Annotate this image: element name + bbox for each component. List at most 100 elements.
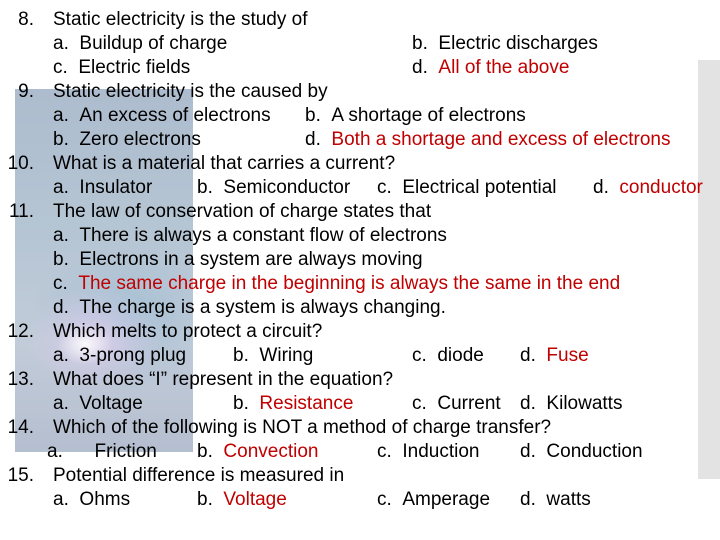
option-text: Friction (94, 441, 157, 462)
answer-option: b. Zero electrons (53, 128, 201, 152)
option-text: Electric discharges (438, 33, 598, 54)
option-text: Conduction (546, 441, 643, 462)
option-label: c. (53, 273, 68, 294)
answer-option: a. Voltage (53, 392, 143, 416)
option-text: Both a shortage and excess of electrons (331, 129, 671, 150)
option-row: a. Insulator b. Semiconductor c. Electrica… (0, 176, 720, 200)
answer-option: c. Induction (377, 440, 479, 464)
option-label: b. (53, 129, 69, 150)
question-text: Which melts to protect a circuit? (53, 321, 323, 342)
answer-option: a. Insulator (53, 176, 152, 200)
option-row: a. Friction b. Convection c. Induction d. C… (0, 440, 720, 464)
option-label: a. (53, 177, 69, 198)
option-text: Amperage (402, 489, 491, 510)
question-text: Static electricity is the study of (53, 9, 308, 30)
option-label: c. (377, 441, 392, 462)
question-text: The law of conservation of charge states… (53, 201, 432, 222)
option-label: c. (53, 57, 68, 78)
option-label: c. (377, 489, 392, 510)
option-label: a. (53, 225, 69, 246)
option-label: d. (593, 177, 609, 198)
option-text: All of the above (438, 57, 570, 78)
option-text: conductor (619, 177, 703, 198)
answer-option: d. Conduction (520, 440, 643, 464)
answer-option: a. There is always a constant flow of el… (53, 224, 447, 248)
option-text: Resistance (259, 393, 354, 414)
option-label: b. (412, 33, 428, 54)
answer-option-correct: b. Voltage (197, 488, 287, 512)
answer-option: a. Friction (47, 440, 157, 464)
answer-option: b. Semiconductor (197, 176, 350, 200)
option-text: Voltage (223, 489, 287, 510)
answer-option: a. An excess of electrons (53, 104, 271, 128)
answer-option: b. Electrons in a system are always movi… (53, 248, 423, 272)
option-label: c. (377, 177, 392, 198)
option-label: d. (520, 393, 536, 414)
option-label: d. (305, 129, 321, 150)
option-text: The same charge in the beginning is alwa… (78, 273, 621, 294)
question-number: 13. (7, 369, 34, 390)
answer-option: d. watts (520, 488, 591, 512)
answer-option: c. diode (412, 344, 484, 368)
question-number: 12. (7, 321, 34, 342)
answer-option-correct: d. Both a shortage and excess of electro… (305, 128, 670, 152)
answer-option: b. A shortage of electrons (305, 104, 526, 128)
option-row: b. Zero electrons d. Both a shortage and … (0, 128, 720, 152)
answer-option-correct: b. Convection (197, 440, 318, 464)
answer-option-correct: d. All of the above (412, 56, 569, 80)
option-label: d. (412, 57, 428, 78)
option-label: d. (520, 345, 536, 366)
option-row: a. An excess of electrons b. A shortage o… (0, 104, 720, 128)
answer-option: d. Kilowatts (520, 392, 622, 416)
option-text: Semiconductor (223, 177, 351, 198)
answer-option: c. Electrical potential (377, 176, 557, 200)
question-row: 11. The law of conservation of charge sta… (0, 200, 720, 224)
option-text: Ohms (79, 489, 131, 510)
option-row: a. Ohms b. Voltage c. Amperage d. watts (0, 488, 720, 512)
question-number: 8. (18, 9, 34, 30)
option-label: c. (412, 393, 427, 414)
answer-option-correct: d. Fuse (520, 344, 589, 368)
answer-option: c. Electric fields (53, 56, 190, 80)
quiz-content: 8. Static electricity is the study of a. B… (0, 0, 720, 540)
question-text: Static electricity is the caused by (53, 81, 328, 102)
option-label: d. (53, 297, 69, 318)
option-label: a. (53, 105, 69, 126)
question-row: 14. Which of the following is NOT a metho… (0, 416, 720, 440)
question-number: 9. (18, 81, 34, 102)
option-text: watts (546, 489, 591, 510)
option-text: The charge is a system is always changin… (79, 297, 446, 318)
option-text: Current (437, 393, 501, 414)
option-text: An excess of electrons (79, 105, 271, 126)
answer-option: c. Amperage (377, 488, 490, 512)
answer-option: a. Ohms (53, 488, 130, 512)
option-row: a. 3-prong plug b. Wiring c. diode d. Fuse (0, 344, 720, 368)
option-label: a. (53, 393, 69, 414)
question-text: Which of the following is NOT a method o… (53, 417, 552, 438)
question-text: What does “I” represent in the equation? (53, 369, 394, 390)
option-label: a. (47, 441, 63, 462)
option-row: c. Electric fields d. All of the above (0, 56, 720, 80)
option-label: a. (53, 345, 69, 366)
option-text: A shortage of electrons (331, 105, 526, 126)
answer-option-correct: c. The same charge in the beginning is a… (53, 272, 620, 296)
answer-option: a. Buildup of charge (53, 32, 227, 56)
option-text: Electrical potential (402, 177, 557, 198)
option-text: Electrons in a system are always moving (79, 249, 423, 270)
question-text: What is a material that carries a curren… (53, 153, 396, 174)
option-label: b. (197, 489, 213, 510)
